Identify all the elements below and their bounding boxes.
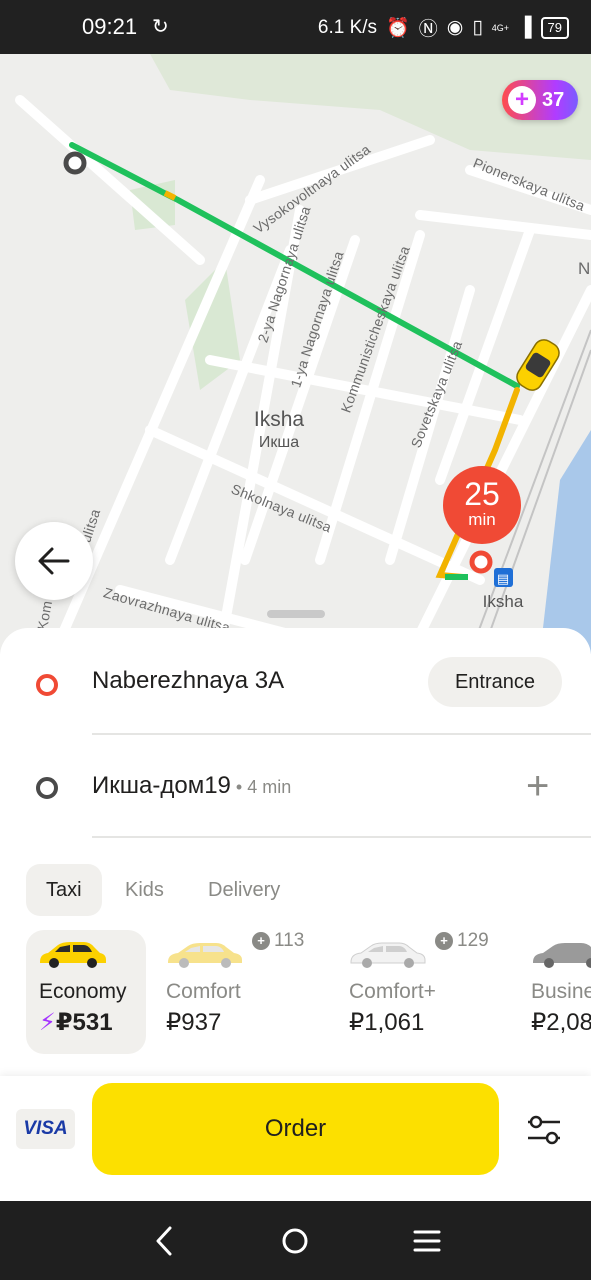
tariff-economy[interactable]: Economy ⚡₽531: [26, 930, 146, 1054]
tariff-comfort-plus[interactable]: +129 Comfort+ ₽1,061: [349, 930, 489, 1054]
plus-points-icon: +: [435, 932, 453, 950]
status-bar: 09:21 ↻ 6.1 K/s ⏰ Ⓝ ◉ ▯ 4G+ ▐ 79: [0, 0, 591, 54]
location-icon: ◉: [446, 17, 464, 38]
svg-text:▤: ▤: [497, 572, 509, 587]
tab-taxi[interactable]: Taxi: [26, 864, 102, 916]
tariff-points: +129: [435, 930, 489, 952]
street-label: N: [578, 259, 591, 278]
tariff-price: ₽937: [166, 1009, 222, 1036]
eta-unit: min: [468, 510, 496, 529]
pickup-address[interactable]: Naberezhnaya 3A: [92, 667, 284, 695]
station-label: Iksha: [482, 592, 524, 611]
nfc-icon: Ⓝ: [418, 19, 438, 40]
divider: [92, 836, 591, 838]
back-button[interactable]: [15, 522, 93, 600]
town-label: Iksha: [253, 408, 305, 431]
town-label-cyrillic: Икша: [258, 434, 300, 451]
vibrate-icon: ▯: [472, 17, 483, 38]
payment-method-button[interactable]: VISA: [16, 1109, 75, 1149]
car-comfort-plus-icon: [350, 942, 426, 968]
order-button[interactable]: Order: [92, 1083, 499, 1175]
plus-points-badge[interactable]: + 37: [502, 80, 578, 120]
car-business-icon: [533, 943, 591, 968]
eta-badge: 25 min: [443, 466, 521, 544]
car-comfort-icon: [168, 943, 242, 968]
tariff-price: ₽1,061: [349, 1009, 425, 1036]
tariff-name: Economy: [39, 980, 127, 1003]
arrow-left-icon: [38, 547, 70, 575]
tariff-price: ₽2,08: [531, 1009, 591, 1036]
nav-home-icon[interactable]: [280, 1226, 310, 1256]
destination-marker-icon: [36, 777, 58, 799]
settings-sliders-icon: [528, 1115, 560, 1145]
tariff-comfort[interactable]: +113 Comfort ₽937: [166, 930, 304, 1054]
pickup-marker-icon: [36, 674, 58, 696]
status-time: 09:21: [82, 14, 138, 39]
battery-level: 79: [540, 16, 569, 39]
plus-icon: +: [508, 86, 536, 114]
network-type: 4G+: [491, 22, 510, 33]
plus-points-icon: +: [252, 932, 270, 950]
network-speed: 6.1 K/s: [317, 16, 378, 38]
system-nav-bar: [0, 1201, 591, 1280]
lightning-icon: ⚡: [39, 1009, 56, 1036]
destination-field[interactable]: Икша-дом19 • 4 min: [92, 772, 291, 800]
sheet-handle[interactable]: [267, 610, 325, 618]
divider: [92, 733, 591, 735]
sync-icon: ↻: [152, 16, 169, 38]
nav-menu-icon[interactable]: [411, 1227, 443, 1255]
tariff-price: ⚡₽531: [39, 1009, 113, 1036]
eta-value: 25: [464, 476, 500, 512]
plus-points: 37: [542, 89, 565, 111]
tariff-points: +113: [252, 930, 304, 952]
destination-address: Икша-дом19: [92, 772, 231, 799]
destination-eta: 4 min: [247, 777, 292, 797]
tariff-name: Busine: [531, 980, 591, 1003]
tariff-business[interactable]: Busine ₽2,08: [531, 930, 591, 1054]
tab-delivery[interactable]: Delivery: [208, 864, 280, 916]
nav-back-icon[interactable]: [150, 1223, 180, 1259]
add-stop-icon[interactable]: +: [526, 766, 549, 806]
signal-icon: ▐: [518, 16, 532, 38]
tariff-name: Comfort+: [349, 980, 436, 1003]
tab-kids[interactable]: Kids: [125, 864, 164, 916]
tariff-name: Comfort: [166, 980, 241, 1003]
options-button[interactable]: [522, 1110, 566, 1155]
alarm-icon: ⏰: [386, 17, 410, 39]
car-economy-icon: [40, 942, 106, 968]
entrance-button[interactable]: Entrance: [428, 657, 562, 707]
